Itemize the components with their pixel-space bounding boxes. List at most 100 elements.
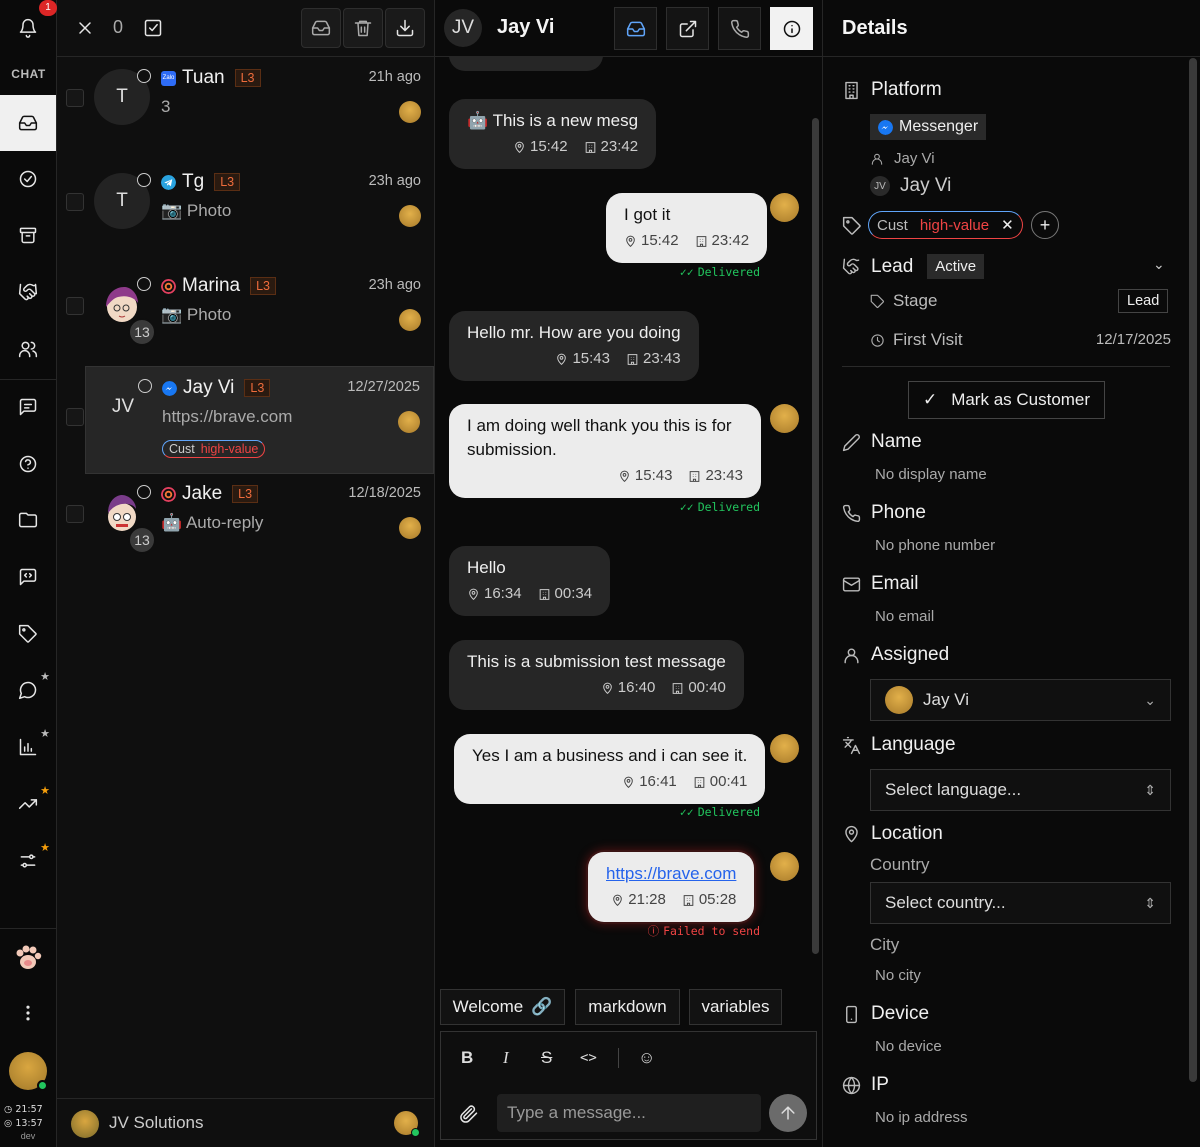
section-title: Location [871, 823, 943, 844]
unread-radio[interactable] [138, 379, 152, 393]
analytics-nav[interactable]: ★ [0, 719, 56, 775]
close-icon[interactable] [75, 18, 95, 38]
conversation-item[interactable]: Jake L3 12/18/2025 🤖 Auto-reply 13 [57, 473, 434, 577]
contact-name: Jay Vi [900, 175, 952, 196]
delete-button[interactable] [343, 8, 383, 48]
name-value[interactable]: No display name [875, 466, 987, 483]
message-input[interactable]: Type a message... [497, 1094, 761, 1132]
bold-icon[interactable]: B [461, 1048, 473, 1068]
double-check-icon: ✓✓ [679, 500, 694, 514]
attach-icon[interactable] [459, 1104, 479, 1124]
level-badge: L3 [244, 379, 271, 397]
lead-section[interactable]: Lead Active [842, 254, 985, 279]
unread-radio[interactable] [137, 69, 151, 83]
tags-nav[interactable] [0, 606, 56, 662]
move-to-inbox-button[interactable] [301, 8, 341, 48]
stage-select[interactable]: Lead [1118, 289, 1169, 313]
message-bubble[interactable]: I am doing well thank you this is for su… [449, 404, 761, 498]
delivery-status-text: Failed to send [663, 924, 760, 938]
strikethrough-icon[interactable]: S [541, 1048, 552, 1068]
quick-reply-markdown[interactable]: markdown [575, 989, 680, 1025]
message-bubble-failed[interactable]: https://brave.com 21:28 05:28 [588, 852, 755, 922]
row-checkbox[interactable] [66, 89, 84, 107]
chat-bubble-nav[interactable]: ★ [0, 662, 56, 718]
conversation-item[interactable]: T Zalo Tuan L3 21h ago 3 [57, 57, 434, 161]
assignee-select[interactable]: Jay Vi ⌄ [870, 679, 1171, 721]
more-menu-icon[interactable] [0, 985, 56, 1041]
leads-nav[interactable] [0, 264, 56, 320]
time-remote: 00:40 [688, 679, 726, 696]
tag-value: high-value [200, 442, 259, 456]
city-value[interactable]: No city [875, 967, 921, 984]
instagram-icon [161, 278, 176, 294]
help-icon[interactable] [0, 436, 56, 492]
conversation-item[interactable]: Marina L3 23h ago 📷 Photo 13 [57, 265, 434, 369]
emoji-icon[interactable]: ☺ [638, 1048, 655, 1068]
time-local: 16:40 [617, 679, 656, 696]
star-icon: ★ [40, 728, 50, 740]
country-select[interactable]: Select country... ⇕ [870, 882, 1171, 924]
paw-logo-icon[interactable] [12, 942, 44, 974]
smartphone-icon [846, 1005, 857, 1023]
message-bubble[interactable]: This is a submission test message 16:40 0… [449, 640, 744, 710]
quick-reply-variables[interactable]: variables [689, 989, 782, 1025]
templates-nav[interactable] [0, 549, 56, 605]
workspace-footer[interactable]: JV Solutions [57, 1098, 434, 1147]
contact-name: Tg [182, 171, 205, 192]
row-checkbox[interactable] [66, 408, 84, 426]
call-button[interactable] [718, 7, 761, 50]
bell-icon[interactable] [18, 18, 38, 38]
row-checkbox[interactable] [66, 193, 84, 211]
conversation-item[interactable]: T Tg L3 23h ago 📷 Photo [57, 161, 434, 265]
phone-value[interactable]: No phone number [875, 537, 995, 554]
language-select[interactable]: Select language... ⇕ [870, 769, 1171, 811]
filters-nav[interactable]: ★ [0, 833, 56, 889]
row-checkbox[interactable] [66, 297, 84, 315]
inbox-button[interactable] [614, 7, 657, 50]
add-tag-button[interactable]: + [1031, 211, 1059, 239]
details-scrollbar[interactable] [1189, 58, 1197, 1082]
check-icon: ✓ [922, 390, 938, 409]
unread-radio[interactable] [137, 277, 151, 291]
message-bubble[interactable]: 🤖 This is a new mesg 15:42 23:42 [449, 99, 657, 169]
inbox-nav[interactable] [0, 95, 56, 151]
unread-count-badge: 13 [128, 526, 156, 554]
conversation-item-selected[interactable]: JV Jay Vi L3 12/27/2025 https://brave.co… [85, 366, 434, 474]
message-bubble[interactable]: Yes I am a business and i can see it. 16… [454, 734, 766, 804]
building-icon [539, 588, 549, 600]
resolved-nav[interactable] [0, 151, 56, 207]
chevrons-up-down-icon: ⇕ [1144, 782, 1156, 798]
chevron-down-icon[interactable]: ⌄ [1153, 256, 1165, 273]
open-external-button[interactable] [666, 7, 709, 50]
archive-nav[interactable] [0, 207, 56, 263]
row-checkbox[interactable] [66, 505, 84, 523]
unread-radio[interactable] [137, 173, 151, 187]
user-avatar[interactable] [394, 1111, 420, 1137]
select-all-icon[interactable] [143, 18, 163, 38]
message-bubble[interactable]: I got it 15:42 23:42 [606, 193, 768, 263]
folder-nav[interactable] [0, 492, 56, 548]
message-link[interactable]: https://brave.com [606, 862, 736, 886]
assignee-name: Jay Vi [923, 690, 969, 709]
email-value[interactable]: No email [875, 608, 934, 625]
quick-reply-welcome[interactable]: Welcome 🔗 [440, 989, 565, 1025]
contacts-nav[interactable] [0, 321, 56, 377]
unread-radio[interactable] [137, 485, 151, 499]
trends-nav[interactable]: ★ [0, 776, 56, 832]
mark-as-customer-button[interactable]: ✓ Mark as Customer [908, 381, 1105, 419]
messages-nav[interactable] [0, 379, 56, 435]
tag-pill[interactable]: Cust high-value ✕ [868, 211, 1023, 239]
message-bubble[interactable]: Hello mr. How are you doing 15:43 23:43 [449, 311, 699, 381]
remove-tag-icon[interactable]: ✕ [1001, 216, 1014, 234]
platform-section: Platform [842, 79, 942, 101]
info-button[interactable] [770, 7, 813, 50]
send-button[interactable] [769, 1094, 807, 1132]
message-text: Hello mr. How are you doing [467, 323, 681, 342]
user-avatar[interactable] [9, 1052, 48, 1091]
italic-icon[interactable]: I [503, 1048, 509, 1068]
message-bubble[interactable]: Hello 16:34 00:34 [449, 546, 611, 616]
download-button[interactable] [385, 8, 425, 48]
chat-scrollbar[interactable] [812, 118, 819, 954]
ip-value: No ip address [875, 1109, 968, 1126]
code-icon[interactable]: <> [580, 1050, 597, 1066]
